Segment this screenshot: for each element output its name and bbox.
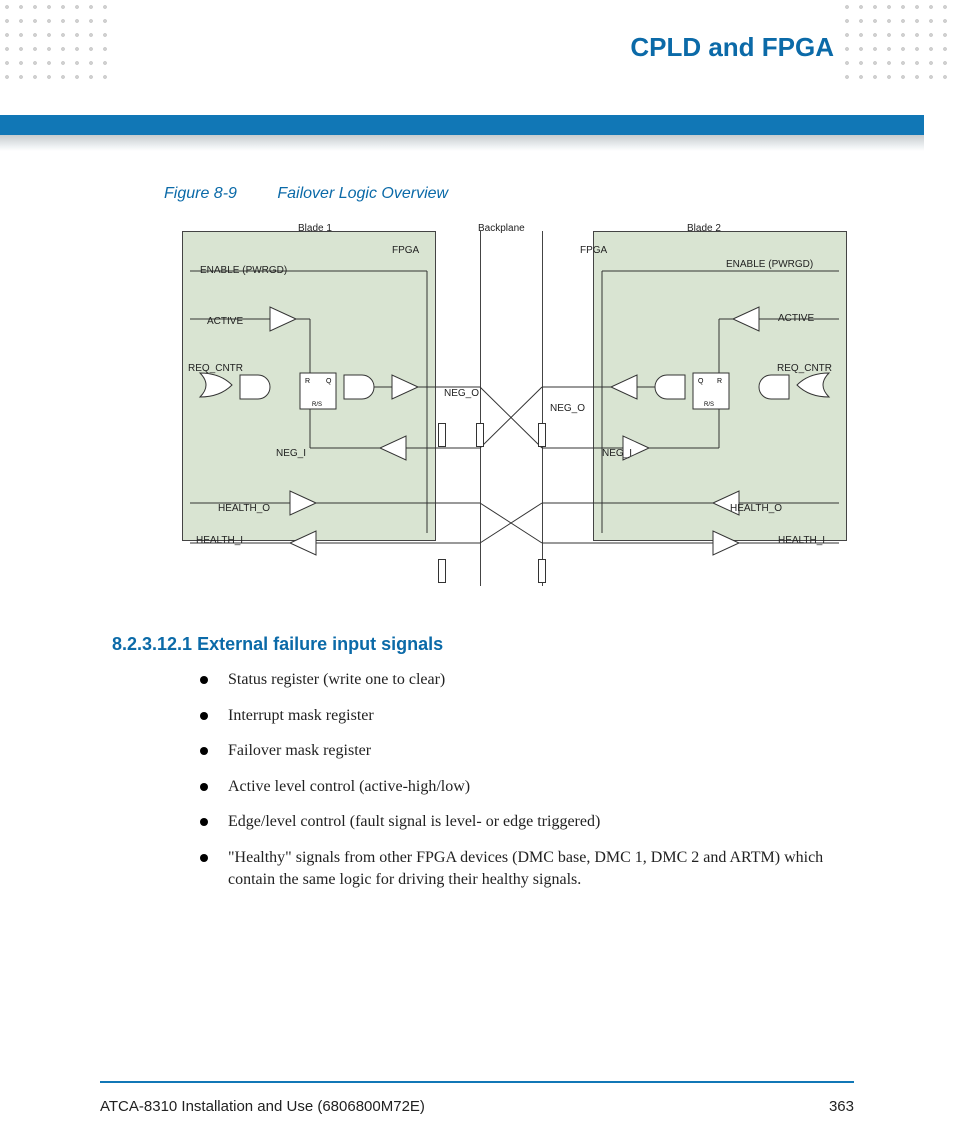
backplane-label: Backplane <box>478 223 525 234</box>
health-o-right-label: HEALTH_O <box>730 503 782 514</box>
neg-o-right-label: NEG_O <box>550 403 585 414</box>
neg-i-right-label: NEG_I <box>602 448 632 459</box>
resistor-icon <box>538 559 546 583</box>
list-item: Edge/level control (fault signal is leve… <box>200 811 854 833</box>
bullet-list: Status register (write one to clear) Int… <box>200 669 854 890</box>
figure-title: Failover Logic Overview <box>277 185 448 202</box>
footer-doc-title: ATCA-8310 Installation and Use (6806800M… <box>100 1098 425 1115</box>
section-heading: 8.2.3.12.1 External failure input signal… <box>112 634 854 655</box>
footer: ATCA-8310 Installation and Use (6806800M… <box>100 1098 854 1115</box>
figure-number: Figure 8-9 <box>164 185 237 202</box>
fpga-right-label: FPGA <box>580 245 607 256</box>
list-item: "Healthy" signals from other FPGA device… <box>200 847 854 890</box>
page: CPLD and FPGA Figure 8-9 Failover Logic … <box>0 0 954 1145</box>
neg-o-left-label: NEG_O <box>444 388 479 399</box>
section-number: 8.2.3.12.1 <box>112 634 192 654</box>
enable-right-label: ENABLE (PWRGD) <box>726 259 813 270</box>
resistor-icon <box>438 423 446 447</box>
active-left-label: ACTIVE <box>207 316 243 327</box>
chapter-title: CPLD and FPGA <box>630 32 834 63</box>
section-title: External failure input signals <box>197 634 443 654</box>
header-gradient <box>0 135 924 151</box>
list-item: Failover mask register <box>200 740 854 762</box>
blade-2-label: Blade 2 <box>687 223 721 234</box>
resistor-icon <box>438 559 446 583</box>
list-item: Status register (write one to clear) <box>200 669 854 691</box>
svg-text:R: R <box>305 378 310 385</box>
active-right-label: ACTIVE <box>778 313 814 324</box>
svg-text:R/S: R/S <box>704 402 714 408</box>
req-cntr-right-label: REQ_CNTR <box>777 363 832 374</box>
header-bar <box>0 115 924 135</box>
neg-i-left-label: NEG_I <box>276 448 306 459</box>
req-cntr-left-label: REQ_CNTR <box>188 363 243 374</box>
enable-left-label: ENABLE (PWRGD) <box>200 265 287 276</box>
logic-gates-svg: R Q R/S <box>182 223 847 588</box>
figure-caption: Figure 8-9 Failover Logic Overview <box>164 185 854 203</box>
health-i-left-label: HEALTH_I <box>196 535 243 546</box>
footer-rule <box>100 1081 854 1083</box>
failover-diagram: R Q R/S <box>182 223 847 588</box>
svg-text:Q: Q <box>698 378 704 385</box>
svg-text:Q: Q <box>326 378 332 385</box>
list-item: Active level control (active-high/low) <box>200 776 854 798</box>
list-item: Interrupt mask register <box>200 705 854 727</box>
health-o-left-label: HEALTH_O <box>218 503 270 514</box>
svg-text:R: R <box>717 378 722 385</box>
svg-text:R/S: R/S <box>312 402 322 408</box>
resistor-icon <box>538 423 546 447</box>
resistor-icon <box>476 423 484 447</box>
fpga-left-label: FPGA <box>392 245 419 256</box>
health-i-right-label: HEALTH_I <box>778 535 825 546</box>
content-area: Figure 8-9 Failover Logic Overview <box>100 185 854 904</box>
footer-page-number: 363 <box>829 1098 854 1115</box>
blade-1-label: Blade 1 <box>298 223 332 234</box>
